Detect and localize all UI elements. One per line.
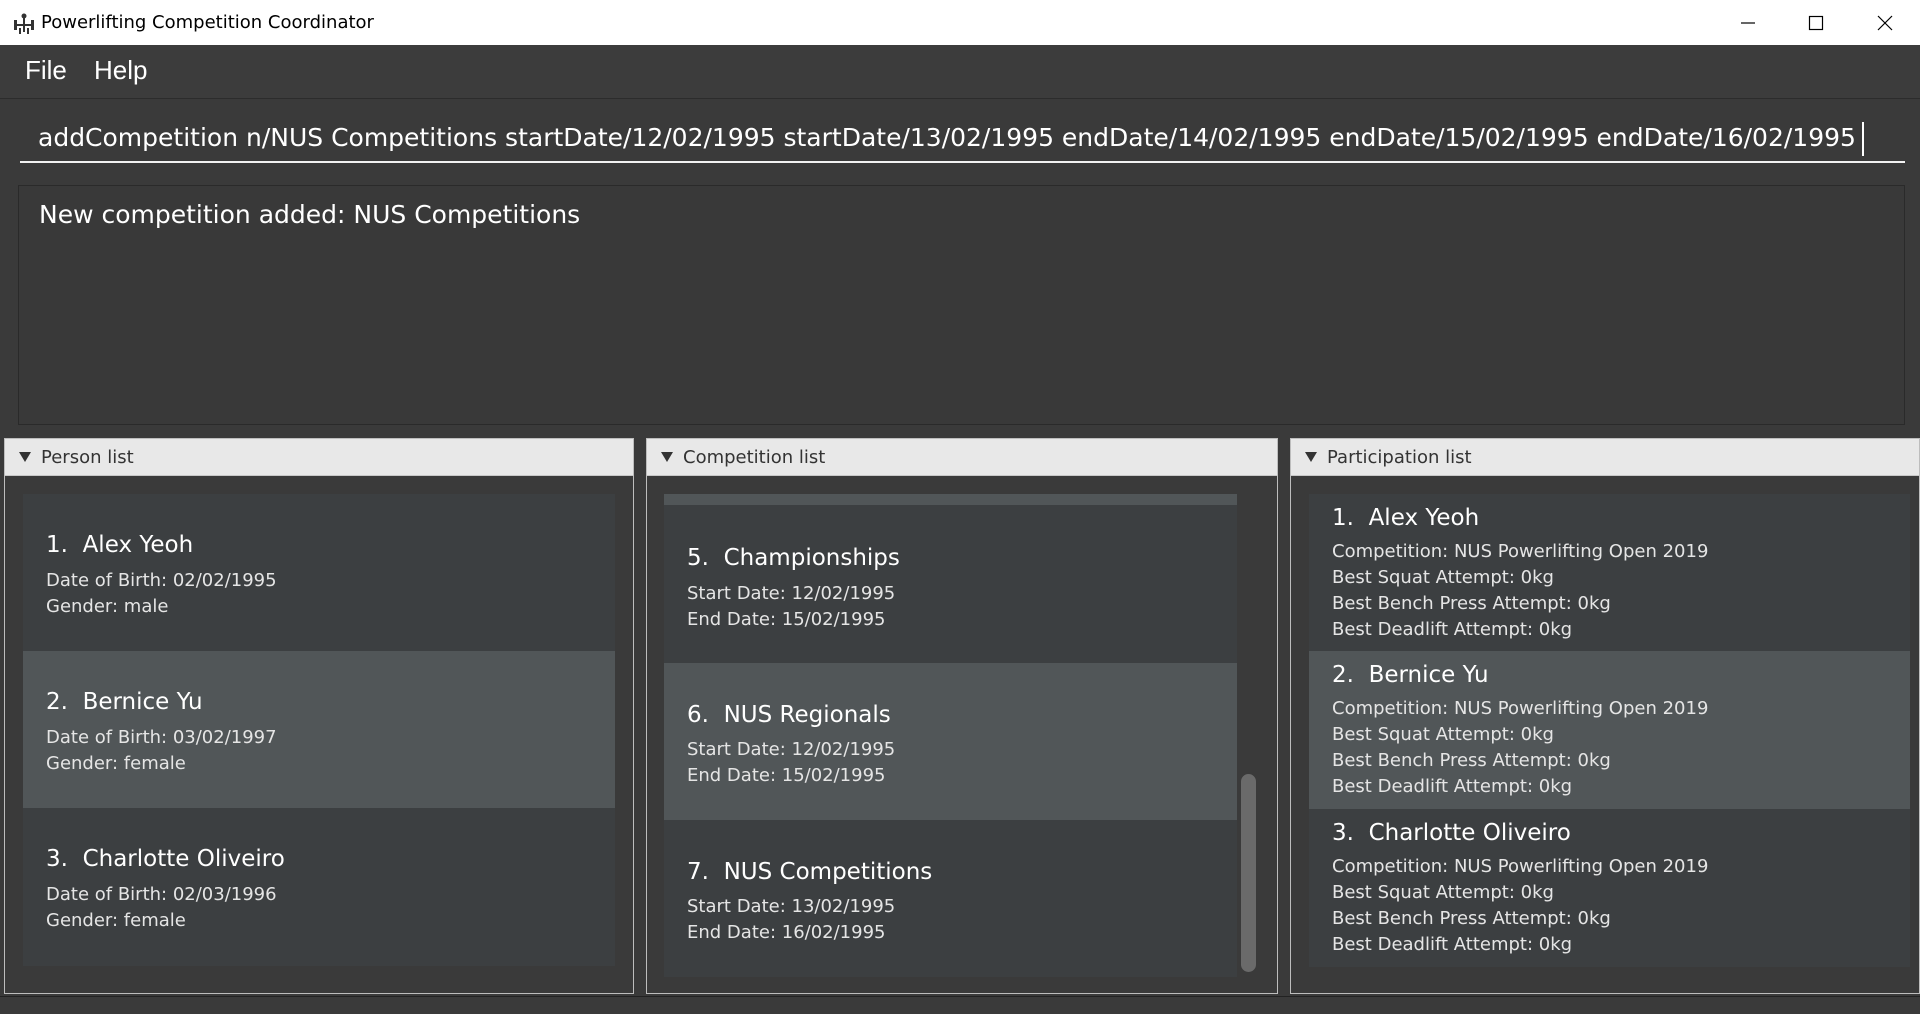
person-list-header[interactable]: Person list	[5, 439, 633, 476]
triangle-down-icon	[661, 452, 673, 462]
triangle-down-icon	[19, 452, 31, 462]
competition-name: 6. NUS Regionals	[687, 702, 891, 728]
competition-start-date: Start Date: 13/02/1995	[687, 896, 896, 917]
person-card-2[interactable]: 2. Bernice Yu Date of Birth: 03/02/1997 …	[23, 651, 615, 808]
best-squat: Best Squat Attempt: 0kg	[1332, 724, 1554, 745]
best-bench: Best Bench Press Attempt: 0kg	[1332, 750, 1611, 771]
best-bench: Best Bench Press Attempt: 0kg	[1332, 908, 1611, 929]
competition-card-6[interactable]: 6. NUS Regionals Start Date: 12/02/1995 …	[664, 663, 1237, 820]
participation-competition: Competition: NUS Powerlifting Open 2019	[1332, 541, 1709, 562]
triangle-down-icon	[1305, 452, 1317, 462]
maximize-icon	[1808, 15, 1824, 30]
participant-name: 3. Charlotte Oliveiro	[1332, 820, 1571, 846]
barbell-icon	[14, 13, 34, 34]
person-dob: Date of Birth: 02/02/1995	[46, 570, 277, 591]
status-bar	[0, 996, 1920, 1014]
minimize-icon	[1741, 21, 1755, 24]
competition-list-scrollbar[interactable]	[1241, 774, 1256, 972]
competition-card-5[interactable]: 5. Championships Start Date: 12/02/1995 …	[664, 505, 1237, 663]
maximize-button[interactable]	[1781, 0, 1851, 45]
participation-competition: Competition: NUS Powerlifting Open 2019	[1332, 856, 1709, 877]
participation-list-header[interactable]: Participation list	[1291, 439, 1919, 476]
competition-list-header[interactable]: Competition list	[647, 439, 1277, 476]
menu-bar: File Help	[0, 45, 1920, 99]
participation-card-3[interactable]: 3. Charlotte Oliveiro Competition: NUS P…	[1309, 809, 1910, 967]
best-bench: Best Bench Press Attempt: 0kg	[1332, 593, 1611, 614]
person-dob: Date of Birth: 02/03/1996	[46, 884, 277, 905]
best-squat: Best Squat Attempt: 0kg	[1332, 882, 1554, 903]
competition-card-7[interactable]: 7. NUS Competitions Start Date: 13/02/19…	[664, 820, 1237, 977]
command-box: addCompetition n/NUS Competitions startD…	[0, 99, 1920, 175]
person-name: 3. Charlotte Oliveiro	[46, 846, 285, 872]
person-gender: Gender: female	[46, 910, 186, 931]
person-list-title: Person list	[41, 447, 134, 468]
participation-list-title: Participation list	[1327, 447, 1472, 468]
close-button[interactable]	[1850, 0, 1920, 45]
title-bar: Powerlifting Competition Coordinator	[0, 0, 1920, 45]
close-icon	[1877, 15, 1893, 30]
person-list-panel: Person list 1. Alex Yeoh Date of Birth: …	[4, 438, 634, 994]
participation-card-2[interactable]: 2. Bernice Yu Competition: NUS Powerlift…	[1309, 651, 1910, 809]
person-name: 2. Bernice Yu	[46, 689, 203, 715]
competition-list-title: Competition list	[683, 447, 826, 468]
menu-help[interactable]: Help	[94, 55, 147, 86]
competition-name: 5. Championships	[687, 545, 900, 571]
person-gender: Gender: male	[46, 596, 169, 617]
competition-end-date: End Date: 15/02/1995	[687, 609, 886, 630]
competition-list-panel: Competition list 5. Championships Start …	[646, 438, 1278, 994]
person-gender: Gender: female	[46, 753, 186, 774]
result-display: New competition added: NUS Competitions	[18, 185, 1905, 425]
competition-end-date: End Date: 15/02/1995	[687, 765, 886, 786]
best-squat: Best Squat Attempt: 0kg	[1332, 567, 1554, 588]
person-dob: Date of Birth: 03/02/1997	[46, 727, 277, 748]
person-card-3[interactable]: 3. Charlotte Oliveiro Date of Birth: 02/…	[23, 808, 615, 966]
command-text: addCompetition n/NUS Competitions startD…	[38, 123, 1856, 152]
text-cursor	[1861, 122, 1864, 156]
best-deadlift: Best Deadlift Attempt: 0kg	[1332, 934, 1573, 955]
best-deadlift: Best Deadlift Attempt: 0kg	[1332, 619, 1573, 640]
minimize-button[interactable]	[1713, 0, 1783, 45]
participation-list-panel: Participation list 1. Alex Yeoh Competit…	[1290, 438, 1920, 994]
best-deadlift: Best Deadlift Attempt: 0kg	[1332, 776, 1573, 797]
window-title: Powerlifting Competition Coordinator	[41, 12, 374, 33]
competition-start-date: Start Date: 12/02/1995	[687, 739, 896, 760]
menu-file[interactable]: File	[25, 55, 67, 86]
list-item-partial	[664, 494, 1237, 505]
participation-card-1[interactable]: 1. Alex Yeoh Competition: NUS Powerlifti…	[1309, 494, 1910, 651]
competition-name: 7. NUS Competitions	[687, 859, 933, 885]
competition-start-date: Start Date: 12/02/1995	[687, 583, 896, 604]
participant-name: 1. Alex Yeoh	[1332, 505, 1480, 531]
participant-name: 2. Bernice Yu	[1332, 662, 1489, 688]
command-input[interactable]: addCompetition n/NUS Competitions startD…	[20, 113, 1905, 163]
competition-end-date: End Date: 16/02/1995	[687, 922, 886, 943]
result-text: New competition added: NUS Competitions	[39, 200, 581, 229]
person-name: 1. Alex Yeoh	[46, 532, 194, 558]
participation-competition: Competition: NUS Powerlifting Open 2019	[1332, 698, 1709, 719]
person-card-1[interactable]: 1. Alex Yeoh Date of Birth: 02/02/1995 G…	[23, 494, 615, 651]
